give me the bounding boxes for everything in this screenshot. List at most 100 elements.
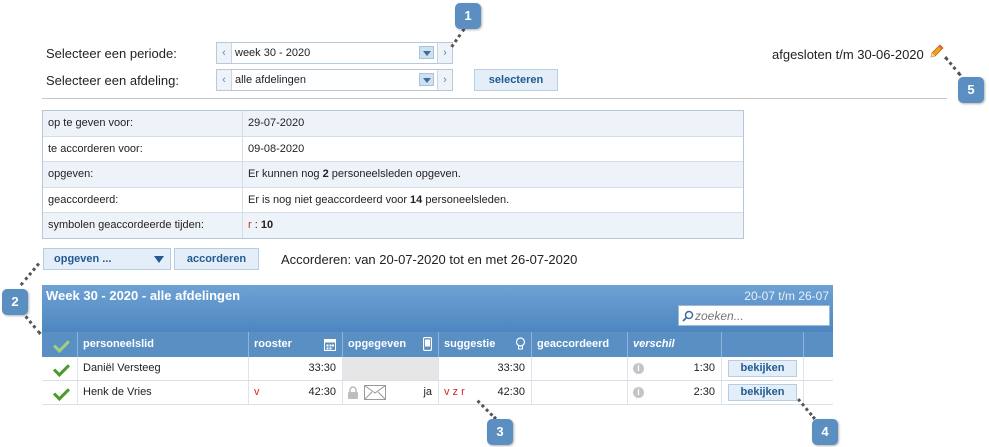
- roster-flag: v: [254, 386, 260, 398]
- view-button[interactable]: bekijken: [728, 384, 797, 401]
- lock-icon: [348, 386, 358, 399]
- period-prev-button[interactable]: ‹: [217, 43, 232, 63]
- period-label: Selecteer een periode:: [46, 46, 177, 61]
- search-icon: [682, 310, 694, 322]
- approved-cell: [532, 357, 628, 380]
- info-key: opgeven:: [43, 162, 243, 187]
- phone-icon: [423, 337, 432, 351]
- column-submitted-label: opgegeven: [348, 338, 407, 350]
- employee-name[interactable]: Daniël Versteeg: [78, 357, 249, 380]
- submitted-cell: [343, 357, 439, 380]
- divider: [42, 98, 947, 99]
- difference-cell: i 2:30: [628, 381, 722, 404]
- suggestion-cell: v z r 42:30: [439, 381, 532, 404]
- grid-column-header: personeelslid rooster opgegeven suggesti…: [42, 332, 833, 357]
- callout-badge-3: 3: [487, 419, 513, 445]
- info-row-symbols: symbolen geaccordeerde tijden: r : 10: [43, 213, 743, 238]
- select-button[interactable]: selecteren: [474, 69, 558, 91]
- checkmark-icon: [53, 384, 70, 401]
- pencil-icon[interactable]: [928, 44, 944, 60]
- suggestion-flags: v z r: [444, 386, 465, 398]
- callout-line-2b: [19, 262, 40, 286]
- info-table: op te geven voor: 29-07-2020 te accorder…: [42, 110, 744, 239]
- suggestion-hours: 42:30: [497, 386, 525, 398]
- column-roster[interactable]: rooster: [249, 332, 343, 357]
- callout-badge-1: 1: [455, 3, 481, 29]
- column-roster-label: rooster: [254, 338, 292, 350]
- triangle-down-icon: [154, 256, 164, 263]
- difference-hours: 1:30: [693, 362, 715, 374]
- closed-until-text: afgesloten t/m 30-06-2020: [772, 47, 924, 62]
- suggestion-cell: 33:30: [439, 357, 532, 380]
- info-row-approved: geaccordeerd: Er is nog niet geaccordeer…: [43, 187, 743, 214]
- table-row: Daniël Versteeg 33:30 33:30 i 1:30 bekij…: [42, 357, 833, 381]
- column-actions: [722, 332, 804, 357]
- info-icon[interactable]: i: [633, 387, 644, 398]
- roster-cell: v 42:30: [249, 381, 343, 404]
- actions-cell: bekijken: [722, 357, 804, 380]
- roster-hours: 42:30: [308, 386, 336, 398]
- callout-badge-4: 4: [812, 419, 838, 445]
- calendar-icon: [324, 339, 336, 351]
- info-value: 09-08-2020: [248, 142, 305, 155]
- department-value: alle afdelingen: [235, 74, 306, 86]
- envelope-icon[interactable]: [364, 385, 386, 400]
- approve-range-text: Accorderen: van 20-07-2020 tot en met 26…: [281, 252, 578, 267]
- info-value: Er kunnen nog 2 personeelsleden opgeven.: [248, 168, 461, 181]
- grid-title: Week 30 - 2020 - alle afdelingen: [46, 288, 241, 303]
- search-input[interactable]: [695, 307, 825, 324]
- column-submitted[interactable]: opgegeven: [343, 332, 439, 357]
- period-select[interactable]: ‹ week 30 - 2020 ›: [216, 42, 453, 64]
- table-row: Henk de Vries v 42:30 ja v z r 42:30 i 2…: [42, 381, 833, 405]
- lightbulb-icon: [515, 337, 526, 350]
- column-status[interactable]: [42, 332, 78, 357]
- approved-cell: [532, 381, 628, 404]
- row-status: [42, 381, 78, 404]
- department-prev-button[interactable]: ‹: [217, 70, 232, 90]
- period-value: week 30 - 2020: [235, 47, 311, 59]
- suggestion-hours: 33:30: [497, 362, 525, 374]
- callout-line-5: [944, 56, 962, 77]
- difference-cell: i 1:30: [628, 357, 722, 380]
- info-value: r : 10: [248, 219, 274, 232]
- roster-cell: 33:30: [249, 357, 343, 380]
- department-label: Selecteer een afdeling:: [46, 73, 179, 88]
- period-dropdown-icon[interactable]: [419, 46, 434, 59]
- department-select[interactable]: ‹ alle afdelingen ›: [216, 69, 453, 91]
- grid-range: 20-07 t/m 26-07: [744, 289, 829, 303]
- submit-dropdown-button[interactable]: opgeven ...: [43, 248, 171, 270]
- column-suggestion-label: suggestie: [444, 338, 496, 350]
- department-dropdown-icon[interactable]: [419, 73, 434, 86]
- info-key: symbolen geaccordeerde tijden:: [43, 213, 243, 238]
- info-row-submit: opgeven: Er kunnen nog 2 personeelsleden…: [43, 162, 743, 188]
- info-row-approve-deadline: te accorderen voor: 09-08-2020: [43, 136, 743, 163]
- difference-hours: 2:30: [693, 386, 715, 398]
- info-key: op te geven voor:: [43, 111, 243, 136]
- callout-badge-5: 5: [958, 77, 984, 103]
- submitted-flag: ja: [423, 386, 432, 398]
- info-key: geaccordeerd:: [43, 187, 243, 213]
- column-employee[interactable]: personeelslid: [78, 332, 249, 357]
- actions-cell: bekijken: [722, 381, 804, 404]
- approve-button[interactable]: accorderen: [174, 248, 259, 270]
- info-value: Er is nog niet geaccordeerd voor 14 pers…: [248, 193, 510, 206]
- grid-header: Week 30 - 2020 - alle afdelingen 20-07 t…: [42, 285, 833, 332]
- submitted-cell: ja: [343, 381, 439, 404]
- row-status: [42, 357, 78, 380]
- callout-badge-2: 2: [2, 289, 28, 315]
- info-value: 29-07-2020: [248, 117, 305, 129]
- checkmark-icon: [53, 360, 70, 377]
- department-next-button[interactable]: ›: [437, 70, 452, 90]
- column-approved[interactable]: geaccordeerd: [532, 332, 628, 357]
- column-difference[interactable]: verschil: [628, 332, 722, 357]
- view-button[interactable]: bekijken: [728, 360, 797, 377]
- roster-hours: 33:30: [308, 362, 336, 374]
- callout-line-1: [450, 28, 466, 48]
- info-icon[interactable]: i: [633, 363, 644, 374]
- checkmark-icon: [53, 336, 70, 353]
- search-box[interactable]: [678, 305, 830, 326]
- info-row-submit-deadline: op te geven voor: 29-07-2020: [43, 111, 743, 137]
- submit-dropdown-label: opgeven ...: [54, 253, 112, 265]
- column-suggestion[interactable]: suggestie: [439, 332, 532, 357]
- employee-name[interactable]: Henk de Vries: [78, 381, 249, 404]
